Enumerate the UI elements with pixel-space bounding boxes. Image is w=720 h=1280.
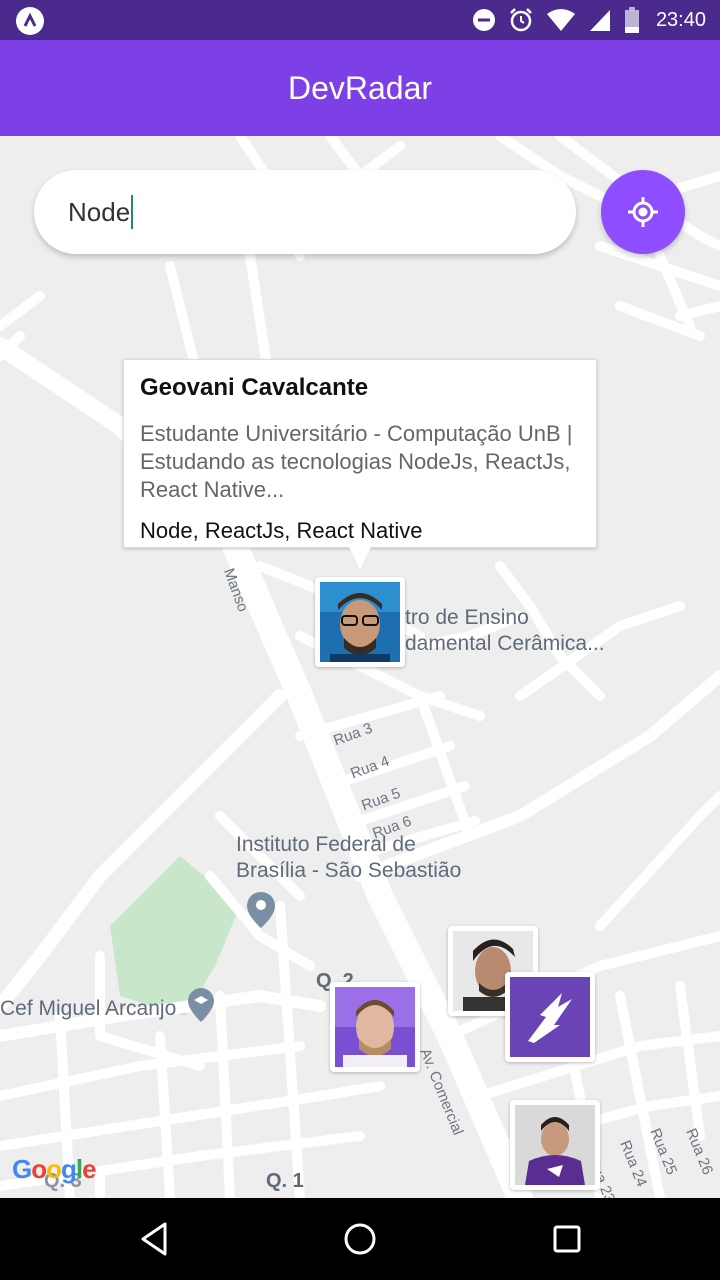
app-title: DevRadar: [287, 70, 433, 106]
dev-callout[interactable]: Geovani Cavalcante Estudante Universitár…: [123, 359, 597, 548]
block-label: Q. 1: [266, 1170, 304, 1192]
map-place-label: damental Cerâmica...: [405, 632, 605, 655]
battery-icon: [624, 7, 639, 33]
avatar: [335, 987, 415, 1067]
dev-avatar-marker[interactable]: [510, 1100, 600, 1190]
signal-icon: [589, 10, 610, 31]
dev-name: Geovani Cavalcante: [140, 374, 369, 401]
home-icon[interactable]: [339, 1218, 381, 1260]
map-place-label: Brasília - São Sebastião: [236, 859, 462, 882]
school-pin-icon[interactable]: [188, 988, 214, 1022]
status-time: 23:40: [655, 8, 706, 31]
avatar: [515, 1105, 595, 1185]
my-location-icon: [628, 197, 658, 227]
locate-button[interactable]: [601, 170, 685, 254]
google-logo: Google: [12, 1154, 97, 1184]
place-pin-icon[interactable]: [247, 892, 275, 928]
map-place-label: Cef Miguel Arcanjo: [0, 997, 177, 1020]
app-logo-icon: [16, 7, 44, 35]
wifi-icon: [546, 9, 575, 31]
alarm-icon: [510, 8, 532, 32]
search-input[interactable]: Node: [34, 170, 576, 254]
dev-avatar-marker[interactable]: [330, 982, 420, 1072]
status-bar: 23:40: [0, 0, 720, 40]
callout-tail: [349, 547, 371, 569]
search-input-value: Node: [68, 197, 131, 227]
map-place-label: tro de Ensino: [405, 606, 529, 629]
app-bar: DevRadar: [0, 40, 720, 136]
text-cursor: [131, 195, 134, 230]
dev-avatar-marker[interactable]: [315, 577, 405, 667]
recents-icon[interactable]: [546, 1218, 588, 1260]
avatar: [320, 582, 400, 662]
avatar: [510, 977, 590, 1057]
dev-techs: Node, ReactJs, React Native: [140, 518, 423, 543]
dev-bio: Estudante Universitário - Computação UnB…: [140, 421, 573, 502]
dev-avatar-marker[interactable]: [505, 972, 595, 1062]
do-not-disturb-icon: [472, 9, 495, 31]
back-icon[interactable]: [133, 1218, 175, 1260]
navigation-bar: [0, 1198, 720, 1280]
